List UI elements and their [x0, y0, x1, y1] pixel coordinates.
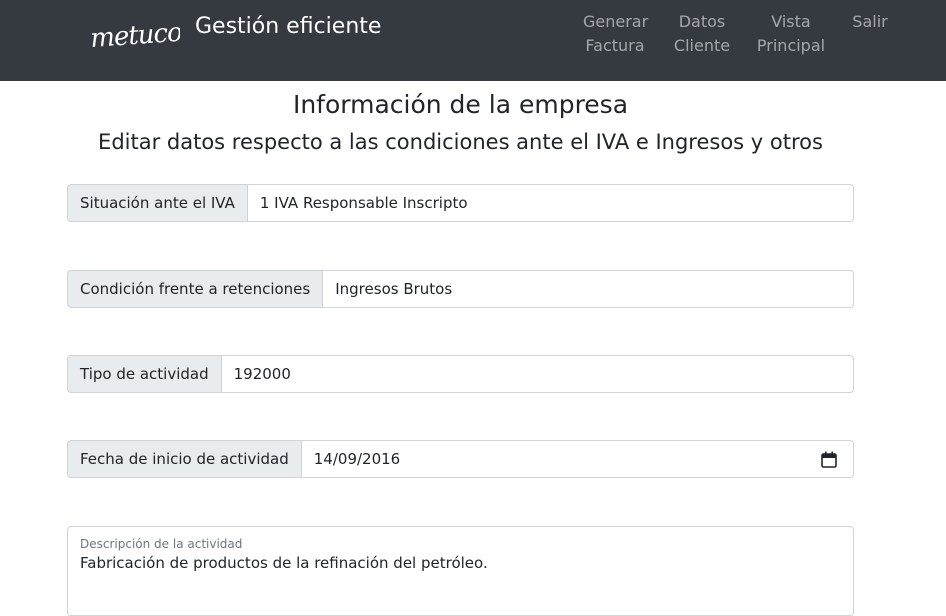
brand-logo-text: metucodo	[89, 16, 180, 54]
iva-input-group: Situación ante el IVA 1 IVA Responsable …	[67, 184, 854, 222]
descripcion-label: Descripción de la actividad	[80, 537, 243, 551]
actividad-label: Tipo de actividad	[67, 355, 222, 393]
fecha-field[interactable]: 14/09/2016	[301, 440, 854, 478]
page-subtitle: Editar datos respecto a las condiciones …	[98, 130, 823, 154]
iva-label: Situación ante el IVA	[67, 184, 248, 222]
nav-label-line1: Datos	[678, 12, 726, 31]
descripcion-textarea[interactable]: Descripción de la actividad Fabricación …	[67, 526, 854, 616]
nav-label-line2: Cliente	[673, 36, 731, 55]
nav-generar-factura[interactable]: Generar Factura	[583, 10, 649, 58]
nav-salir[interactable]: Salir	[851, 10, 889, 34]
nav-label-line1: Salir	[852, 12, 888, 31]
page-title: Información de la empresa	[292, 90, 629, 119]
actividad-input-group: Tipo de actividad 192000	[67, 355, 854, 393]
nav-label-line1: Vista	[771, 12, 811, 31]
calendar-icon[interactable]	[821, 451, 837, 468]
nav-label-line2: Principal	[756, 36, 826, 55]
nav-datos-cliente[interactable]: Datos Cliente	[672, 10, 732, 58]
fecha-label: Fecha de inicio de actividad	[67, 440, 302, 478]
fecha-input-group: Fecha de inicio de actividad 14/09/2016	[67, 440, 854, 478]
brand-logo[interactable]: metucodo	[88, 10, 180, 56]
fecha-value: 14/09/2016	[313, 450, 401, 468]
iva-field[interactable]: 1 IVA Responsable Inscripto	[247, 184, 854, 222]
brand-title[interactable]: Gestión eficiente	[195, 14, 381, 39]
descripcion-value: Fabricación de productos de la refinació…	[80, 554, 488, 572]
retenciones-field[interactable]: Ingresos Brutos	[323, 270, 854, 308]
retenciones-input-group: Condición frente a retenciones Ingresos …	[67, 270, 854, 308]
nav-vista-principal[interactable]: Vista Principal	[756, 10, 826, 58]
nav-label-line1: Generar	[583, 12, 649, 31]
nav-label-line2: Factura	[585, 36, 645, 55]
navbar: metucodo Gestión eficiente Generar Factu…	[0, 0, 946, 81]
retenciones-label: Condición frente a retenciones	[67, 270, 324, 308]
actividad-field[interactable]: 192000	[221, 355, 854, 393]
